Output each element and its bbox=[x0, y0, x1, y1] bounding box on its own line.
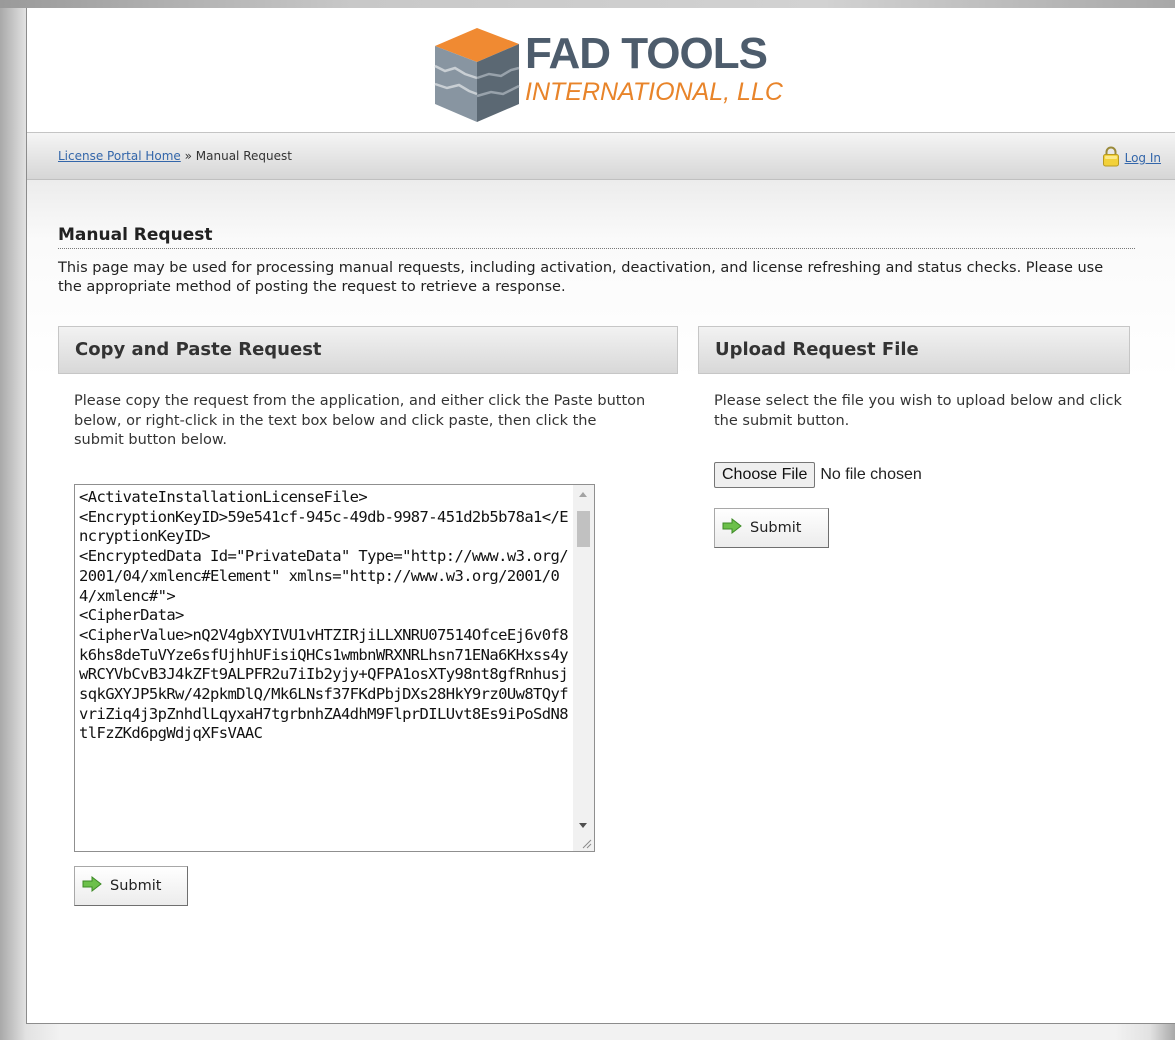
request-textarea[interactable]: <ActivateInstallationLicenseFile> <Encry… bbox=[75, 485, 573, 851]
request-textarea-container: <ActivateInstallationLicenseFile> <Encry… bbox=[74, 484, 595, 852]
submit-paste-label: Submit bbox=[110, 878, 162, 894]
cube-logo-icon bbox=[434, 28, 520, 122]
lock-icon bbox=[1102, 146, 1120, 170]
textarea-scrollbar[interactable] bbox=[573, 485, 594, 851]
login-link[interactable]: Log In bbox=[1125, 151, 1161, 165]
scroll-thumb[interactable] bbox=[577, 511, 590, 547]
copy-paste-heading: Copy and Paste Request bbox=[58, 326, 678, 374]
login-area: Log In bbox=[1102, 146, 1161, 170]
site-header: FAD TOOLS INTERNATIONAL, LLC bbox=[27, 8, 1175, 132]
breadcrumb-bar: License Portal Home » Manual Request Log… bbox=[27, 132, 1175, 180]
page-intro: This page may be used for processing man… bbox=[58, 260, 1104, 295]
main-content: Manual Request This page may be used for… bbox=[27, 180, 1175, 1023]
breadcrumb: License Portal Home » Manual Request bbox=[58, 149, 292, 163]
submit-paste-button[interactable]: Submit bbox=[74, 866, 188, 906]
brand-subtitle: INTERNATIONAL, LLC bbox=[525, 78, 783, 106]
page-container: FAD TOOLS INTERNATIONAL, LLC License Por… bbox=[26, 8, 1175, 1024]
breadcrumb-home-link[interactable]: License Portal Home bbox=[58, 149, 181, 163]
submit-upload-label: Submit bbox=[750, 520, 802, 536]
file-input[interactable]: Choose File No file chosen bbox=[714, 462, 922, 488]
window-top-strip bbox=[0, 0, 1175, 8]
choose-file-button[interactable]: Choose File bbox=[714, 462, 816, 488]
upload-description: Please select the file you wish to uploa… bbox=[714, 393, 1122, 429]
breadcrumb-separator: » bbox=[180, 149, 196, 163]
arrow-right-icon bbox=[82, 875, 102, 896]
copy-paste-description: Please copy the request from the applica… bbox=[74, 393, 646, 448]
scroll-up-arrow-icon[interactable] bbox=[579, 492, 587, 497]
file-status: No file chosen bbox=[820, 466, 922, 483]
company-logo[interactable]: FAD TOOLS INTERNATIONAL, LLC bbox=[433, 22, 783, 124]
page-title: Manual Request bbox=[58, 225, 1135, 249]
submit-upload-button[interactable]: Submit bbox=[714, 508, 829, 548]
resize-grip-icon[interactable] bbox=[581, 838, 592, 849]
arrow-right-icon bbox=[722, 517, 742, 538]
scroll-down-arrow-icon[interactable] bbox=[579, 823, 587, 828]
upload-heading: Upload Request File bbox=[698, 326, 1130, 374]
breadcrumb-current: Manual Request bbox=[195, 149, 292, 163]
brand-title: FAD TOOLS bbox=[525, 29, 768, 78]
